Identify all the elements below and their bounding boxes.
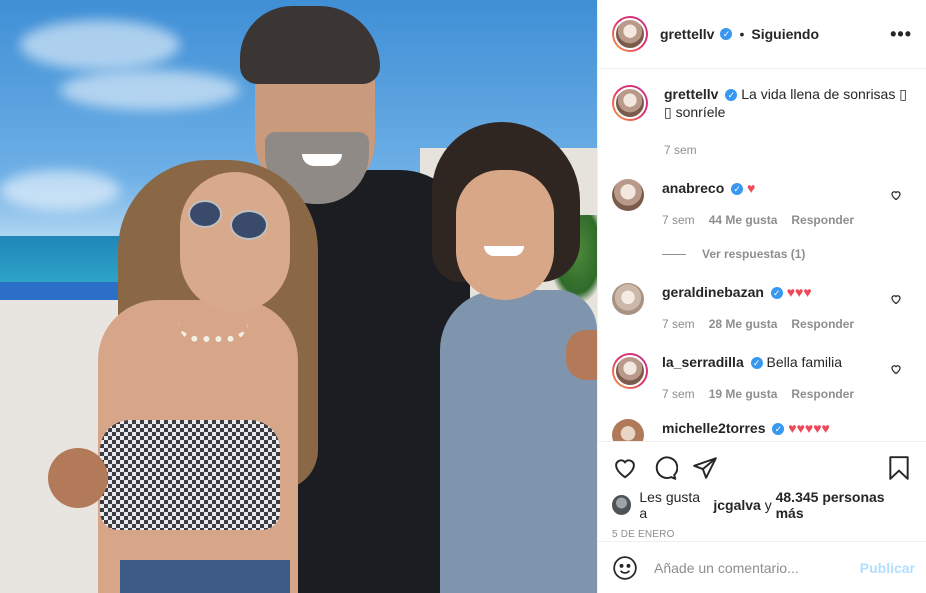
comment-text: ♥♥♥♥♥ (788, 420, 830, 436)
comment-time[interactable]: 7 sem (662, 385, 695, 403)
jeans (120, 560, 290, 593)
verified-icon: ✓ (725, 89, 738, 102)
man-smile (302, 154, 342, 166)
comment-icon[interactable] (652, 455, 679, 481)
heart-icon[interactable] (890, 363, 904, 377)
comment-text: ♥♥♥ (786, 284, 812, 300)
verified-icon: ✓ (731, 183, 744, 196)
avatar[interactable] (612, 283, 644, 315)
boy-smile (484, 246, 524, 256)
likes-middle: y (764, 497, 772, 513)
liker-username[interactable]: jcgalva (713, 497, 760, 513)
emoji-icon[interactable] (612, 555, 638, 581)
comment-username[interactable]: anabreco (662, 180, 724, 196)
comment-row: michelle2torres ✓ ♥♥♥♥♥ (612, 419, 912, 441)
post-button[interactable]: Publicar (860, 560, 915, 576)
comment-input[interactable]: Añade un comentario... (654, 560, 860, 576)
sunglasses-lens (230, 210, 268, 240)
header-username[interactable]: grettellv (660, 26, 714, 42)
avatar[interactable] (612, 16, 648, 52)
comment-row: geraldinebazan ✓ ♥♥♥ 7 sem 28 Me gusta R… (612, 283, 912, 333)
heart-icon[interactable] (612, 455, 638, 481)
likes-count[interactable]: 48.345 personas más (776, 489, 912, 521)
heart-icon[interactable] (890, 189, 904, 203)
caption: grettellv ✓ La vida llena de sonrisas ▯ … (612, 85, 912, 159)
comment-username[interactable]: la_serradilla (662, 354, 744, 370)
reply-button[interactable]: Responder (791, 315, 854, 333)
shell-necklace (178, 322, 248, 342)
comment-text: ♥ (747, 180, 756, 196)
avatar[interactable] (612, 85, 648, 121)
comment-likes[interactable]: 44 Me gusta (709, 211, 778, 229)
comment-time[interactable]: 7 sem (662, 211, 695, 229)
comment-text: Bella familia (766, 354, 842, 370)
avatar[interactable] (612, 419, 644, 441)
comment-username[interactable]: geraldinebazan (662, 284, 764, 300)
post-side-panel: grettellv ✓ • Siguiendo ••• grettellv ✓ … (597, 0, 926, 593)
divider-line (662, 253, 686, 255)
heart-icon[interactable] (890, 293, 904, 307)
bookmark-icon[interactable] (886, 455, 912, 481)
liker-avatar[interactable] (612, 495, 632, 515)
reply-button[interactable]: Responder (791, 385, 854, 403)
reply-button[interactable]: Responder (791, 211, 854, 229)
comment-time[interactable]: 7 sem (662, 315, 695, 333)
caption-username[interactable]: grettellv (664, 86, 718, 102)
verified-icon: ✓ (750, 357, 763, 370)
view-replies[interactable]: Ver respuestas (1) (662, 247, 912, 261)
comment-likes[interactable]: 19 Me gusta (709, 385, 778, 403)
gingham-top (100, 420, 280, 530)
view-replies-label: Ver respuestas (1) (702, 247, 806, 261)
post-date[interactable]: 5 DE ENERO (598, 521, 926, 540)
comments-list[interactable]: grettellv ✓ La vida llena de sonrisas ▯ … (598, 69, 926, 441)
action-bar (598, 441, 926, 483)
caption-time[interactable]: 7 sem (664, 141, 697, 159)
following-button[interactable]: Siguiendo (751, 26, 819, 42)
more-options-icon[interactable]: ••• (890, 24, 912, 45)
verified-icon: ✓ (720, 28, 733, 40)
boy-face (456, 170, 554, 300)
share-icon[interactable] (692, 455, 718, 481)
comment-username[interactable]: michelle2torres (662, 420, 766, 436)
likes-prefix: Les gusta a (639, 489, 701, 521)
post-header: grettellv ✓ • Siguiendo ••• (598, 0, 926, 69)
man-hair (240, 6, 380, 84)
cloud (60, 70, 240, 110)
likes-summary: Les gusta a jcgalva y 48.345 personas má… (598, 483, 926, 521)
comment-row: la_serradilla ✓ Bella familia 7 sem 19 M… (612, 353, 912, 403)
verified-icon: ✓ (770, 287, 783, 300)
comment-likes[interactable]: 28 Me gusta (709, 315, 778, 333)
post-photo[interactable] (0, 0, 597, 593)
instagram-post: grettellv ✓ • Siguiendo ••• grettellv ✓ … (0, 0, 926, 593)
avatar[interactable] (612, 353, 648, 389)
cloud (0, 170, 120, 210)
cloud (20, 20, 180, 70)
comment-row: anabreco ✓ ♥ 7 sem 44 Me gusta Responder (612, 179, 912, 229)
avatar[interactable] (612, 179, 644, 211)
add-comment-bar: Añade un comentario... Publicar (598, 541, 926, 593)
arm (566, 330, 597, 380)
arm (48, 448, 108, 508)
sunglasses-lens (188, 200, 222, 228)
woman-face (180, 172, 290, 312)
verified-icon: ✓ (772, 423, 785, 436)
separator-dot: • (739, 26, 745, 42)
